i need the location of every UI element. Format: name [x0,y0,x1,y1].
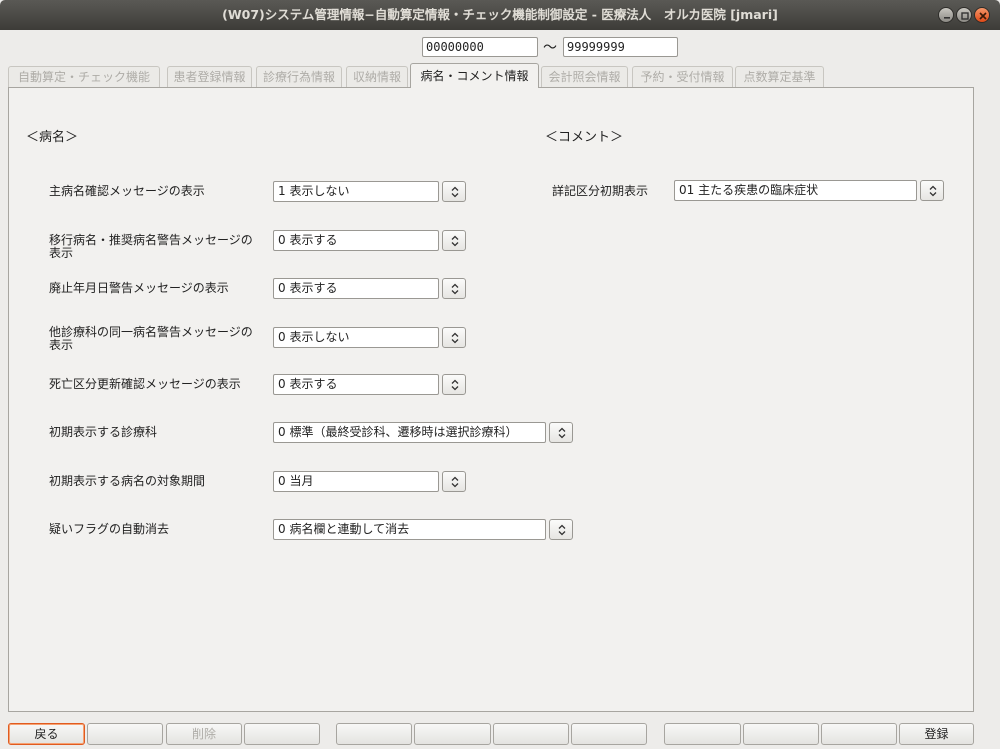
spin-arrows-icon [558,524,566,536]
suspect-flag-auto-clear-combo[interactable]: 0 病名欄と連動して消去 [273,519,546,540]
spin-arrows-icon [451,186,459,198]
function-key-7[interactable] [493,723,569,745]
spin-arrows-icon [451,332,459,344]
suspect-flag-auto-clear-label: 疑いフラグの自動消去 [49,522,170,536]
tab-patient-registration[interactable]: 患者登録情報 [167,66,252,87]
spin-arrows-icon [929,185,937,197]
spin-arrows-icon [451,283,459,295]
delete-button[interactable]: 削除 [166,723,242,745]
disease-section-heading: ＜病名＞ [26,130,79,145]
migration-disease-warning-dropdown[interactable] [442,230,466,251]
range-to-input[interactable]: 99999999 [563,37,678,57]
minimize-button[interactable] [938,7,954,23]
main-disease-confirm-dropdown[interactable] [442,181,466,202]
initial-department-combo[interactable]: 0 標準（最終受診科、遷移時は選択診療科） [273,422,546,443]
abolition-date-warning-combo[interactable]: 0 表示する [273,278,439,299]
spin-arrows-icon [451,235,459,247]
other-dept-same-disease-combo[interactable]: 0 表示しない [273,327,439,348]
window-title: (W07)システム管理情報−自動算定情報・チェック機能制御設定 - 医療法人 オ… [222,7,778,22]
initial-department-dropdown[interactable] [549,422,573,443]
comment-section-heading: ＜コメント＞ [545,130,624,145]
close-button[interactable] [974,7,990,23]
death-status-update-combo[interactable]: 0 表示する [273,374,439,395]
migration-disease-warning-combo[interactable]: 0 表示する [273,230,439,251]
range-from-input[interactable]: 00000000 [422,37,538,57]
tab-accounting-inquiry[interactable]: 会計照会情報 [541,66,628,87]
tab-auto-calc[interactable]: 自動算定・チェック機能 [8,66,160,87]
tab-payment[interactable]: 収納情報 [346,66,408,87]
suspect-flag-auto-clear-dropdown[interactable] [549,519,573,540]
tab-reservation-reception[interactable]: 予約・受付情報 [632,66,733,87]
back-button[interactable]: 戻る [8,723,85,745]
initial-disease-period-dropdown[interactable] [442,471,466,492]
initial-department-label: 初期表示する診療科 [49,425,158,439]
main-disease-confirm-label: 主病名確認メッセージの表示 [49,184,205,198]
migration-disease-warning-label: 移行病名・推奨病名警告メッセージの表示 [49,233,253,260]
abolition-date-warning-label: 廃止年月日警告メッセージの表示 [49,281,229,295]
function-key-5[interactable] [336,723,412,745]
tab-disease-comment[interactable]: 病名・コメント情報 [410,63,539,88]
title-bar: (W07)システム管理情報−自動算定情報・チェック機能制御設定 - 医療法人 オ… [0,0,1000,30]
spin-arrows-icon [451,379,459,391]
tab-point-criteria[interactable]: 点数算定基準 [735,66,824,87]
initial-disease-period-combo[interactable]: 0 当月 [273,471,439,492]
function-key-4[interactable] [244,723,320,745]
abolition-date-warning-dropdown[interactable] [442,278,466,299]
detail-category-label: 詳記区分初期表示 [552,184,649,198]
register-button[interactable]: 登録 [899,723,974,745]
close-icon [979,12,987,20]
spin-arrows-icon [451,476,459,488]
function-key-6[interactable] [414,723,491,745]
spin-arrows-icon [558,427,566,439]
minimize-icon [944,17,950,19]
function-key-8[interactable] [571,723,647,745]
range-separator: 〜 [543,40,557,56]
main-disease-confirm-combo[interactable]: 1 表示しない [273,181,439,202]
function-key-10[interactable] [743,723,819,745]
function-key-11[interactable] [821,723,897,745]
function-key-9[interactable] [664,723,741,745]
death-status-update-dropdown[interactable] [442,374,466,395]
maximize-icon [961,12,969,20]
other-dept-same-disease-label: 他診療科の同一病名警告メッセージの表示 [49,325,253,352]
death-status-update-label: 死亡区分更新確認メッセージの表示 [49,377,241,391]
initial-disease-period-label: 初期表示する病名の対象期間 [49,474,206,488]
detail-category-dropdown[interactable] [920,180,944,201]
maximize-button[interactable] [956,7,972,23]
function-key-2[interactable] [87,723,163,745]
other-dept-same-disease-dropdown[interactable] [442,327,466,348]
detail-category-combo[interactable]: 01 主たる疾患の臨床症状 [674,180,917,201]
tab-medical-practice[interactable]: 診療行為情報 [256,66,342,87]
